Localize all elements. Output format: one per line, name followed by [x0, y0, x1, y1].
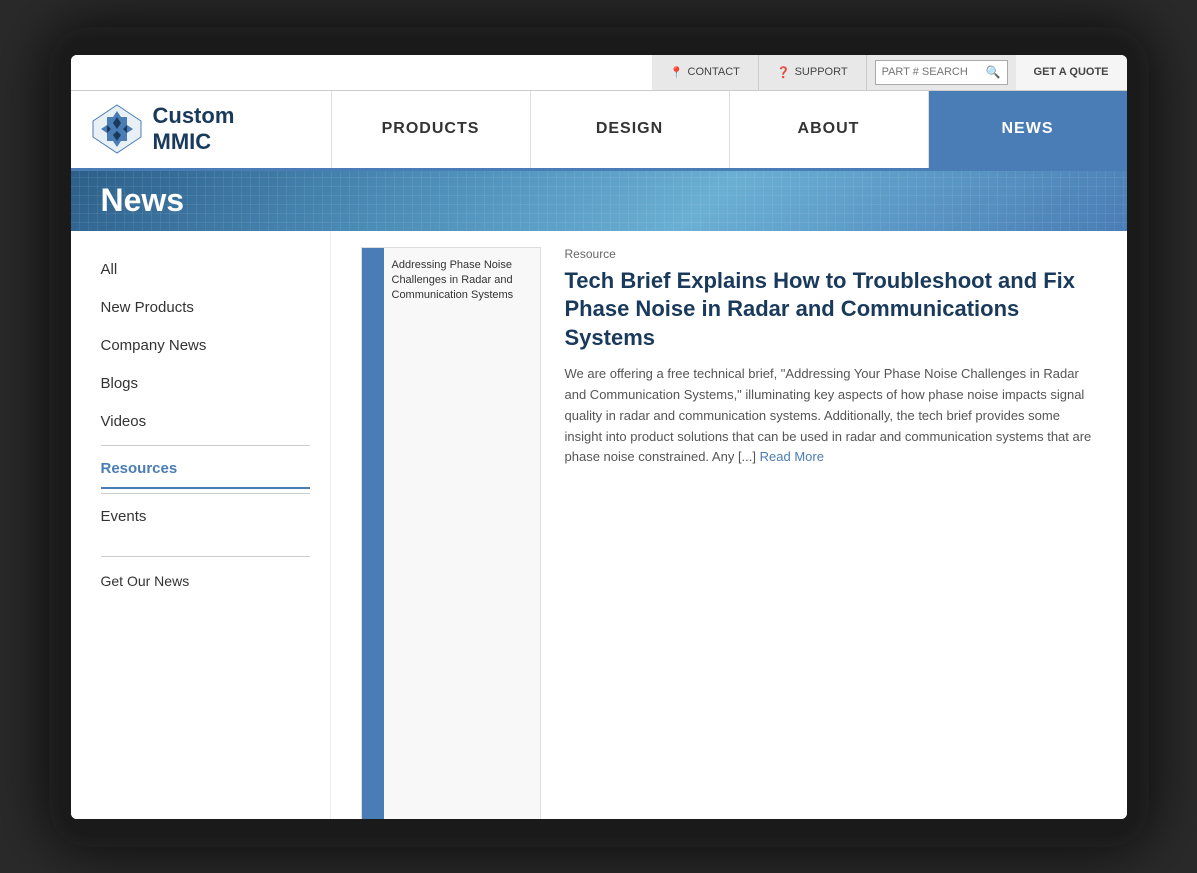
article-category-1: Resource: [565, 247, 1097, 261]
article-image-1: TECH BRIEF Addressing Phase Noise Challe…: [361, 247, 541, 819]
pin-icon: 📍: [670, 66, 684, 79]
search-box: 🔍: [875, 60, 1008, 85]
sidebar-item-videos[interactable]: Videos: [101, 403, 310, 441]
search-input[interactable]: [882, 66, 982, 78]
article-content-1: Resource Tech Brief Explains How to Trou…: [565, 247, 1097, 819]
articles-area: TECH BRIEF Addressing Phase Noise Challe…: [331, 231, 1127, 819]
sidebar-item-all[interactable]: All: [101, 251, 310, 289]
tablet-screen: 📍 CONTACT ❓ SUPPORT 🔍 GET A QUOTE: [71, 55, 1127, 819]
nav-links: PRODUCTS DESIGN ABOUT NEWS: [331, 91, 1127, 168]
company-logo-icon: [91, 103, 143, 155]
hero-banner: News: [71, 171, 1127, 231]
sidebar-item-events[interactable]: Events: [101, 498, 310, 536]
nav-item-news[interactable]: NEWS: [928, 91, 1127, 168]
sidebar-item-resources[interactable]: Resources: [101, 450, 310, 489]
support-link[interactable]: ❓ SUPPORT: [759, 55, 867, 90]
top-bar: 📍 CONTACT ❓ SUPPORT 🔍 GET A QUOTE: [71, 55, 1127, 91]
hero-title: News: [101, 182, 185, 219]
article-image-text-1: Addressing Phase Noise Challenges in Rad…: [384, 248, 540, 819]
sidebar-item-blogs[interactable]: Blogs: [101, 365, 310, 403]
nav-item-products[interactable]: PRODUCTS: [331, 91, 530, 168]
sidebar-item-company-news[interactable]: Company News: [101, 327, 310, 365]
main-nav: Custom MMIC PRODUCTS DESIGN ABOUT NEWS: [71, 91, 1127, 171]
content-area: All New Products Company News Blogs Vide…: [71, 231, 1127, 819]
logo-text: Custom MMIC: [153, 103, 235, 156]
question-icon: ❓: [777, 66, 791, 79]
sidebar-footer[interactable]: Get Our News: [101, 561, 310, 589]
contact-label: CONTACT: [688, 66, 740, 78]
sidebar-divider-1: [101, 445, 310, 446]
get-quote-label: GET A QUOTE: [1034, 66, 1109, 78]
sidebar-nav: All New Products Company News Blogs Vide…: [101, 251, 310, 536]
tech-brief-label-1: TECH BRIEF: [362, 248, 384, 819]
nav-item-about[interactable]: ABOUT: [729, 91, 928, 168]
nav-item-design[interactable]: DESIGN: [530, 91, 729, 168]
article-body-1: We are offering a free technical brief, …: [565, 364, 1097, 468]
article-image-inner-1: TECH BRIEF Addressing Phase Noise Challe…: [362, 248, 540, 819]
top-bar-links: 📍 CONTACT ❓ SUPPORT 🔍 GET A QUOTE: [652, 55, 1127, 90]
read-more-1[interactable]: Read More: [760, 449, 824, 464]
tablet-frame: 📍 CONTACT ❓ SUPPORT 🔍 GET A QUOTE: [49, 27, 1149, 847]
article-card-1: TECH BRIEF Addressing Phase Noise Challe…: [361, 247, 1097, 819]
sidebar-item-new-products[interactable]: New Products: [101, 289, 310, 327]
article-image-content-1: Addressing Phase Noise Challenges in Rad…: [384, 248, 540, 819]
logo-area: Custom MMIC: [71, 91, 331, 168]
sidebar-divider-2: [101, 493, 310, 494]
contact-link[interactable]: 📍 CONTACT: [652, 55, 759, 90]
sidebar: All New Products Company News Blogs Vide…: [71, 231, 331, 819]
get-quote-link[interactable]: GET A QUOTE: [1016, 55, 1127, 90]
sidebar-footer-divider: [101, 556, 310, 557]
search-icon: 🔍: [986, 65, 1001, 79]
article-title-1: Tech Brief Explains How to Troubleshoot …: [565, 267, 1097, 353]
support-label: SUPPORT: [795, 66, 848, 78]
top-bar-spacer: [71, 55, 652, 90]
